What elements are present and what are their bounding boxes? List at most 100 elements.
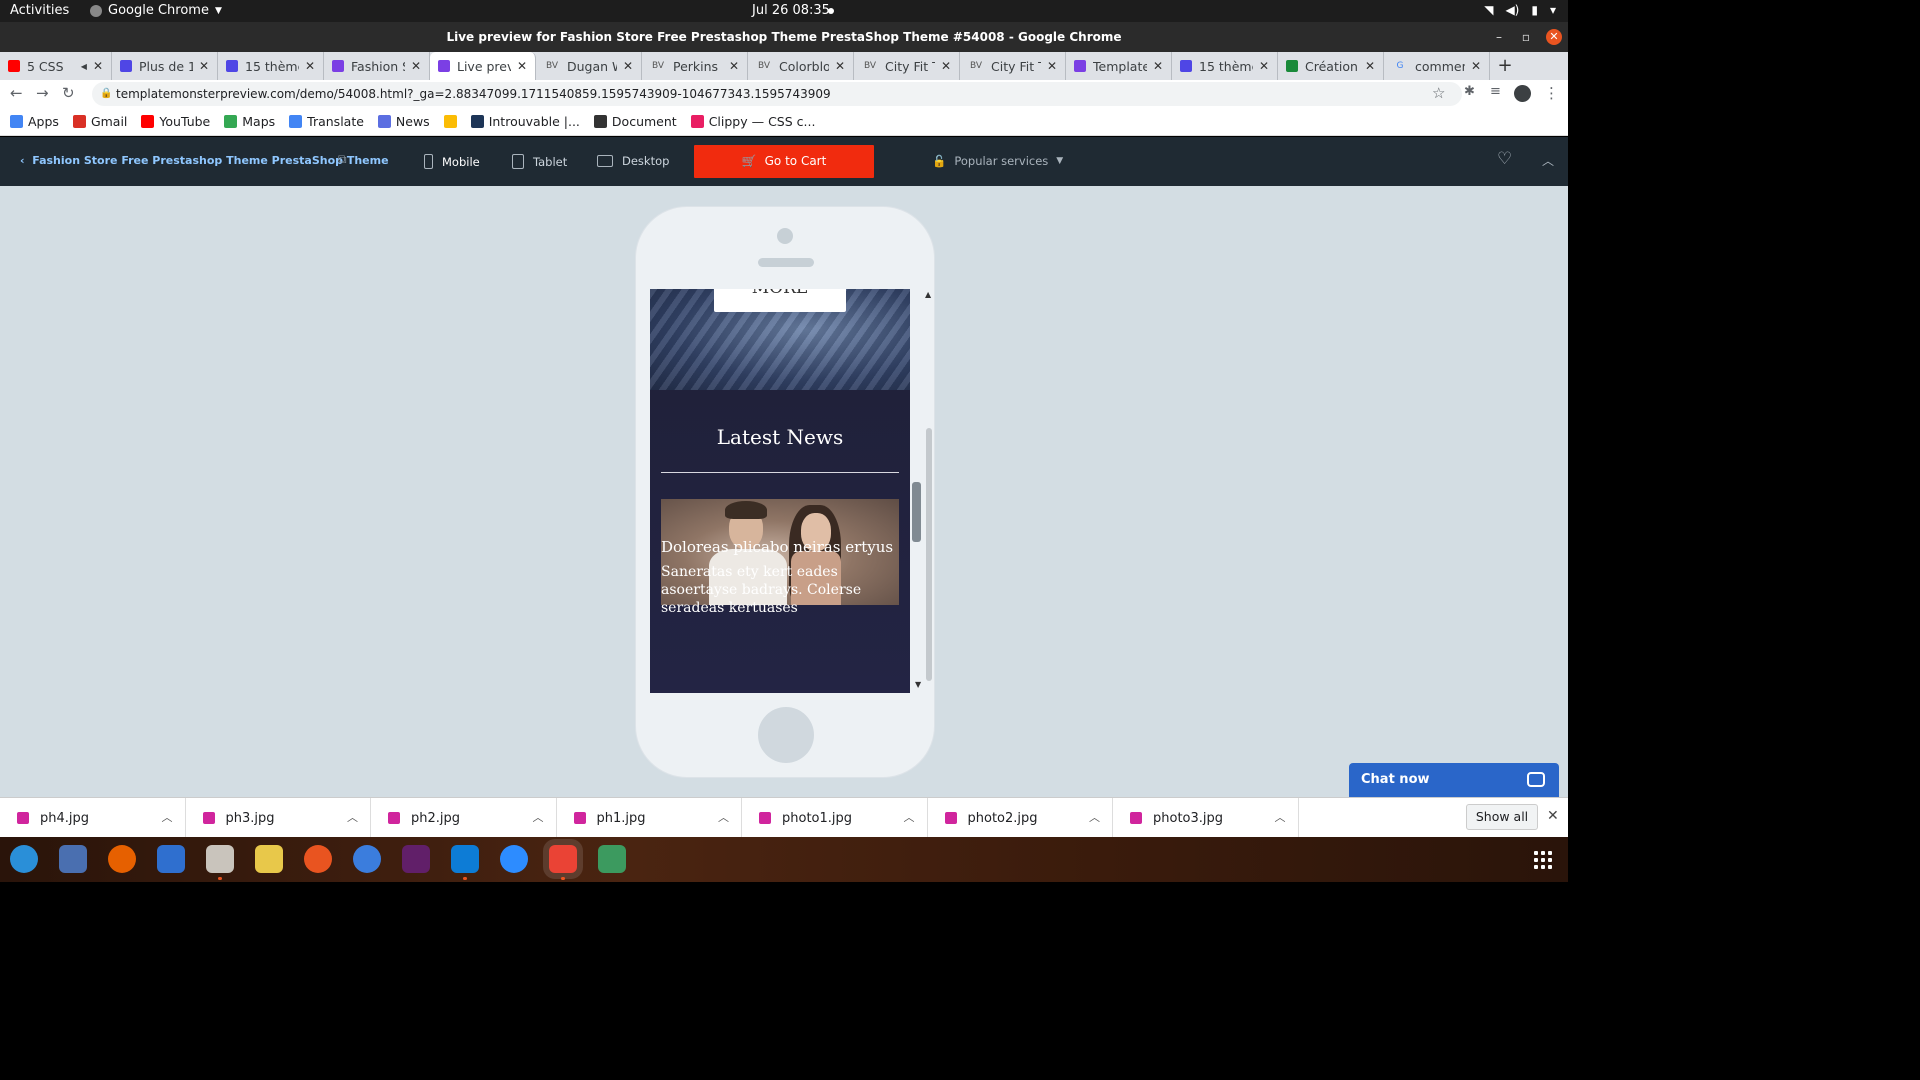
- download-options-chevron-icon[interactable]: ︿: [904, 809, 915, 825]
- download-options-chevron-icon[interactable]: ︿: [347, 809, 358, 825]
- rhythmbox-icon[interactable]: [255, 845, 283, 873]
- tab[interactable]: BV Colorbloc ✕: [748, 52, 854, 80]
- tab-close-icon[interactable]: ✕: [1259, 59, 1269, 73]
- more-button[interactable]: MORE: [714, 289, 846, 312]
- download-item[interactable]: photo1.jpg ︿: [742, 798, 928, 838]
- tab[interactable]: BV City Fit Tu ✕: [854, 52, 960, 80]
- go-to-cart-button[interactable]: 🛒 Go to Cart: [694, 145, 874, 178]
- show-all-downloads-button[interactable]: Show all: [1466, 804, 1538, 830]
- tab-close-icon[interactable]: ✕: [1365, 59, 1375, 73]
- phone-scrollbar[interactable]: ▲ ▼: [912, 290, 933, 690]
- tab[interactable]: Gcomment ✕: [1384, 52, 1490, 80]
- minimize-icon[interactable]: –: [1496, 29, 1502, 45]
- bookmark-item[interactable]: [443, 115, 457, 128]
- show-applications-icon[interactable]: [1534, 851, 1552, 869]
- bookmark-item[interactable]: Introuvable |...: [470, 114, 580, 129]
- download-item[interactable]: ph4.jpg ︿: [0, 798, 186, 838]
- tab-close-icon[interactable]: ✕: [199, 59, 209, 73]
- download-options-chevron-icon[interactable]: ︿: [1275, 809, 1286, 825]
- download-options-chevron-icon[interactable]: ︿: [1089, 809, 1100, 825]
- firefox-icon[interactable]: [108, 845, 136, 873]
- tab[interactable]: BV Perkins P ✕: [642, 52, 748, 80]
- translate-app-icon[interactable]: [59, 845, 87, 873]
- profile-avatar[interactable]: [1514, 85, 1531, 102]
- tab[interactable]: Plus de 10 ✕: [112, 52, 218, 80]
- bookmark-item[interactable]: Clippy — CSS c...: [690, 114, 815, 129]
- activities-button[interactable]: Activities: [10, 3, 69, 18]
- download-options-chevron-icon[interactable]: ︿: [718, 809, 729, 825]
- tab-close-icon[interactable]: ✕: [941, 59, 951, 73]
- extensions-icon[interactable]: ✱: [1464, 84, 1475, 99]
- thunderbird-icon[interactable]: [157, 845, 185, 873]
- zoom-icon[interactable]: [500, 845, 528, 873]
- tab-close-icon[interactable]: ✕: [729, 59, 739, 73]
- device-mobile-button[interactable]: Mobile: [424, 154, 480, 169]
- bookmark-item[interactable]: News: [377, 114, 430, 129]
- audio-icon[interactable]: ◀: [81, 62, 87, 71]
- tab[interactable]: 15 thème ✕: [218, 52, 324, 80]
- url-field[interactable]: 🔒 templatemonsterpreview.com/demo/54008.…: [92, 82, 1462, 106]
- scroll-down-arrow-icon[interactable]: ▼: [915, 680, 921, 689]
- tab-close-icon[interactable]: ✕: [1153, 59, 1163, 73]
- scroll-up-arrow-icon[interactable]: ▲: [925, 290, 931, 299]
- close-window-icon[interactable]: ✕: [1546, 29, 1562, 45]
- popular-services-dropdown[interactable]: 🔓 Popular services ▼: [932, 154, 1063, 168]
- tab-close-icon[interactable]: ✕: [623, 59, 633, 73]
- bookmark-item[interactable]: Translate: [289, 114, 364, 129]
- files-icon[interactable]: [206, 845, 234, 880]
- tab-active[interactable]: Live previ ✕: [430, 52, 536, 80]
- device-tablet-button[interactable]: Tablet: [512, 154, 567, 169]
- new-tab-button[interactable]: +: [1490, 52, 1520, 80]
- download-options-chevron-icon[interactable]: ︿: [162, 809, 173, 825]
- tab[interactable]: BV Dugan W ✕: [536, 52, 642, 80]
- help-icon[interactable]: [10, 845, 38, 873]
- download-item[interactable]: ph2.jpg ︿: [371, 798, 557, 838]
- forward-arrow-icon[interactable]: →: [36, 84, 49, 102]
- system-tray[interactable]: ◥ ◀) ▮ ▾: [1484, 3, 1556, 17]
- collapse-chevron-icon[interactable]: ︿: [1542, 152, 1554, 169]
- news-title-link[interactable]: Doloreas plicabo neiras ertyus: [661, 538, 893, 556]
- bookmark-star-icon[interactable]: ☆: [1432, 84, 1445, 102]
- tab-close-icon[interactable]: ✕: [411, 59, 421, 73]
- tab-close-icon[interactable]: ✕: [93, 59, 103, 73]
- tab-close-icon[interactable]: ✕: [835, 59, 845, 73]
- app-menu[interactable]: Google Chrome ▼: [90, 3, 222, 18]
- chat-now-widget[interactable]: Chat now: [1349, 763, 1559, 797]
- media-control-icon[interactable]: ≡: [1490, 84, 1501, 99]
- bookmark-item[interactable]: Document: [593, 114, 677, 129]
- close-downloads-icon[interactable]: ✕: [1547, 808, 1559, 824]
- tab-close-icon[interactable]: ✕: [1047, 59, 1057, 73]
- scrollbar-track[interactable]: [926, 428, 932, 681]
- maximize-icon[interactable]: ▫: [1522, 29, 1530, 45]
- tab-close-icon[interactable]: ✕: [1471, 59, 1481, 73]
- tab[interactable]: 5 CSS ◀ ✕: [0, 52, 112, 80]
- back-arrow-icon[interactable]: ←: [10, 84, 23, 102]
- download-item[interactable]: photo2.jpg ︿: [928, 798, 1113, 838]
- tab[interactable]: 15 thème ✕: [1172, 52, 1278, 80]
- phone-screen[interactable]: MORE Latest News Doloreas plicabo neiras…: [650, 289, 910, 693]
- tab[interactable]: Création ✕: [1278, 52, 1384, 80]
- download-item[interactable]: photo3.jpg ︿: [1113, 798, 1299, 838]
- tab[interactable]: Template ✕: [1066, 52, 1172, 80]
- chrome-menu-icon[interactable]: ⋮: [1544, 84, 1559, 102]
- favorite-heart-icon[interactable]: ♡: [1497, 149, 1512, 169]
- device-desktop-button[interactable]: Desktop: [597, 154, 669, 168]
- theme-back-link[interactable]: ‹ Fashion Store Free Prestashop Theme Pr…: [20, 154, 389, 167]
- slack-icon[interactable]: [402, 845, 430, 873]
- download-options-chevron-icon[interactable]: ︿: [533, 809, 544, 825]
- bookmark-item[interactable]: Apps: [10, 114, 59, 129]
- software-center-icon[interactable]: [304, 845, 332, 873]
- chromium-icon[interactable]: [353, 845, 381, 873]
- tab[interactable]: Fashion S ✕: [324, 52, 430, 80]
- tab-close-icon[interactable]: ✕: [517, 59, 527, 73]
- download-item[interactable]: ph3.jpg ︿: [186, 798, 371, 838]
- clock[interactable]: Jul 26 08:35: [752, 3, 830, 18]
- reload-icon[interactable]: ↻: [62, 84, 75, 102]
- globe-app-icon[interactable]: [598, 845, 626, 873]
- scrollbar-thumb[interactable]: [912, 482, 921, 542]
- chrome-icon[interactable]: [543, 839, 583, 880]
- external-link-icon[interactable]: ⧉: [338, 152, 347, 167]
- bookmark-item[interactable]: Gmail: [72, 114, 127, 129]
- vscode-icon[interactable]: [451, 845, 479, 880]
- tab-close-icon[interactable]: ✕: [305, 59, 315, 73]
